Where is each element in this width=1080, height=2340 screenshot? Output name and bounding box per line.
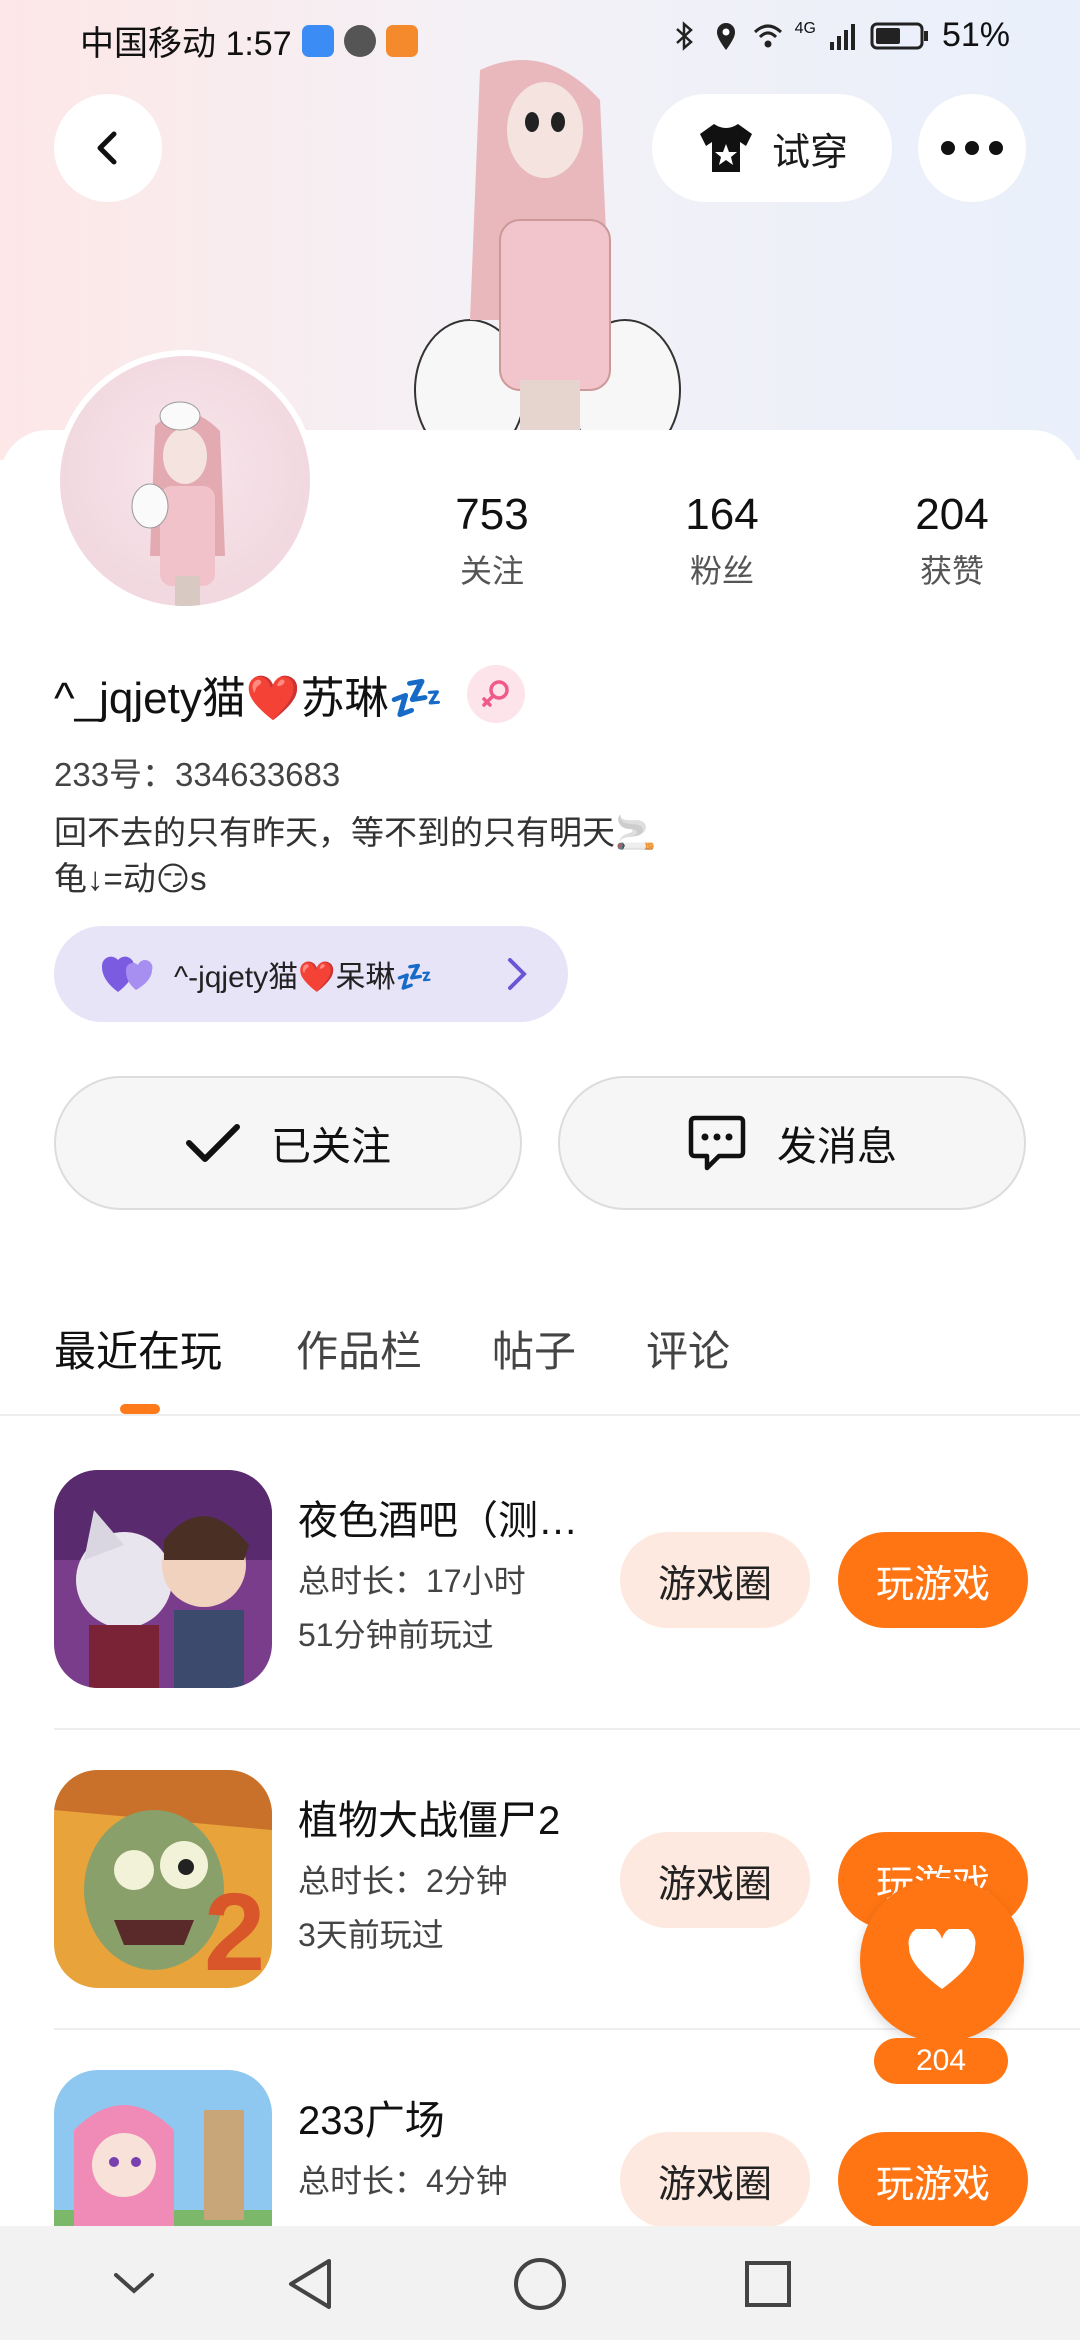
heart-icon <box>908 1929 976 1989</box>
nav-back-button[interactable] <box>280 2254 340 2314</box>
play-game-button[interactable]: 玩游戏 <box>838 1532 1028 1628</box>
following-count: 753 <box>455 490 529 539</box>
tab-recently-played[interactable]: 最近在玩 <box>54 1318 222 1379</box>
hearts-icon <box>101 956 153 992</box>
cloud-app-icon <box>301 24 334 57</box>
username: ^_jqjety猫❤️苏琳💤 <box>54 674 444 723</box>
game-name: 夜色酒吧（测… <box>298 1499 578 1543</box>
bio-line-2: 龟↓=动😏s <box>54 860 207 897</box>
female-icon <box>467 665 526 723</box>
divider <box>54 1728 1080 1730</box>
tshirt-icon <box>699 124 752 172</box>
nav-recents-button[interactable] <box>738 2254 798 2314</box>
message-icon <box>688 1115 746 1171</box>
more-dots-icon <box>941 141 1003 155</box>
likes-count: 204 <box>915 490 989 539</box>
nav-home-button[interactable] <box>510 2254 570 2314</box>
try-on-label: 试穿 <box>771 131 848 174</box>
message-label: 发消息 <box>777 1125 897 1169</box>
signal-icon <box>829 23 855 50</box>
stat-likes[interactable]: 204 获赞 <box>852 490 1052 592</box>
game-circle-button[interactable]: 游戏圈 <box>620 1832 810 1928</box>
svg-text:2: 2 <box>204 1871 265 1988</box>
followers-count: 164 <box>685 490 759 539</box>
tab-comments[interactable]: 评论 <box>646 1318 730 1379</box>
avatar-3d-figure <box>414 60 681 460</box>
nav-down-icon <box>114 2273 154 2294</box>
stat-followers[interactable]: 164 粉丝 <box>622 490 822 592</box>
game-name: 植物大战僵尸2 <box>298 1799 561 1843</box>
check-icon <box>186 1124 240 1162</box>
back-arrow-icon <box>97 131 117 165</box>
list-item[interactable]: 夜色酒吧（测… 总时长：17小时 51分钟前玩过 游戏圈 玩游戏 <box>0 1470 1080 1770</box>
game-icon <box>54 1470 272 1688</box>
bio: 回不去的只有昨天，等不到的只有明天🚬 龟↓=动😏s <box>54 810 656 902</box>
stat-following[interactable]: 753 关注 <box>392 490 592 592</box>
tab-works[interactable]: 作品栏 <box>296 1318 422 1379</box>
bluetooth-icon <box>675 20 693 51</box>
followed-button[interactable]: 已关注 <box>54 1076 522 1210</box>
game-circle-button[interactable]: 游戏圈 <box>620 2132 810 2228</box>
nav-recents-icon <box>745 2261 791 2307</box>
followed-label: 已关注 <box>271 1125 391 1169</box>
play-game-button[interactable]: 玩游戏 <box>838 2132 1028 2228</box>
user-id: 233号：334633683 <box>54 756 341 793</box>
send-message-button[interactable]: 发消息 <box>558 1076 1026 1210</box>
likes-label: 获赞 <box>919 553 984 589</box>
followers-label: 粉丝 <box>689 553 754 589</box>
system-nav-bar <box>0 2226 1080 2340</box>
profile-tabs: 最近在玩 作品栏 帖子 评论 <box>0 1300 1080 1416</box>
location-icon <box>716 22 735 50</box>
battery-percent: 51% <box>941 16 1010 54</box>
game-icon: 2 <box>54 1770 272 1988</box>
wechat-icon <box>343 24 376 57</box>
carrier-time: 中国移动 1:57 <box>80 25 292 63</box>
game-duration: 总时长：17小时 <box>298 1563 526 1599</box>
chevron-right-icon <box>508 958 527 990</box>
try-on-button[interactable]: 试穿 <box>652 94 892 202</box>
game-circle-button[interactable]: 游戏圈 <box>620 1532 810 1628</box>
game-duration: 总时长：2分钟 <box>298 1863 508 1899</box>
network-type: 4G <box>794 19 816 37</box>
game-name: 233广场 <box>298 2099 445 2143</box>
wifi-icon <box>753 24 782 47</box>
game-last-played: 51分钟前玩过 <box>298 1617 494 1653</box>
status-bar: 中国移动 1:57 4G 51% <box>0 0 1080 72</box>
username-row: ^_jqjety猫❤️苏琳💤 <box>54 662 526 726</box>
battery-icon <box>870 22 928 49</box>
back-button[interactable] <box>54 94 162 202</box>
avatar[interactable] <box>54 350 316 612</box>
following-label: 关注 <box>459 553 524 589</box>
tab-indicator <box>120 1404 160 1414</box>
more-button[interactable] <box>918 94 1026 202</box>
bio-line-1: 回不去的只有昨天，等不到的只有明天🚬 <box>54 814 657 851</box>
game-duration: 总时长：4分钟 <box>298 2163 508 2199</box>
nav-home-icon <box>514 2258 566 2310</box>
cp-relation-pill[interactable]: ^-jqjety猫❤️呆琳💤 <box>54 926 568 1022</box>
nav-down-button[interactable] <box>104 2254 164 2314</box>
nav-back-icon <box>289 2259 331 2309</box>
tab-posts[interactable]: 帖子 <box>492 1318 576 1379</box>
cp-name: ^-jqjety猫❤️呆琳💤 <box>174 961 433 994</box>
game-last-played: 3天前玩过 <box>298 1917 444 1953</box>
avatar-image <box>131 401 225 606</box>
video-app-icon <box>385 24 418 57</box>
like-count-badge: 204 <box>874 2038 1008 2084</box>
like-fab-button[interactable] <box>860 1878 1024 2042</box>
